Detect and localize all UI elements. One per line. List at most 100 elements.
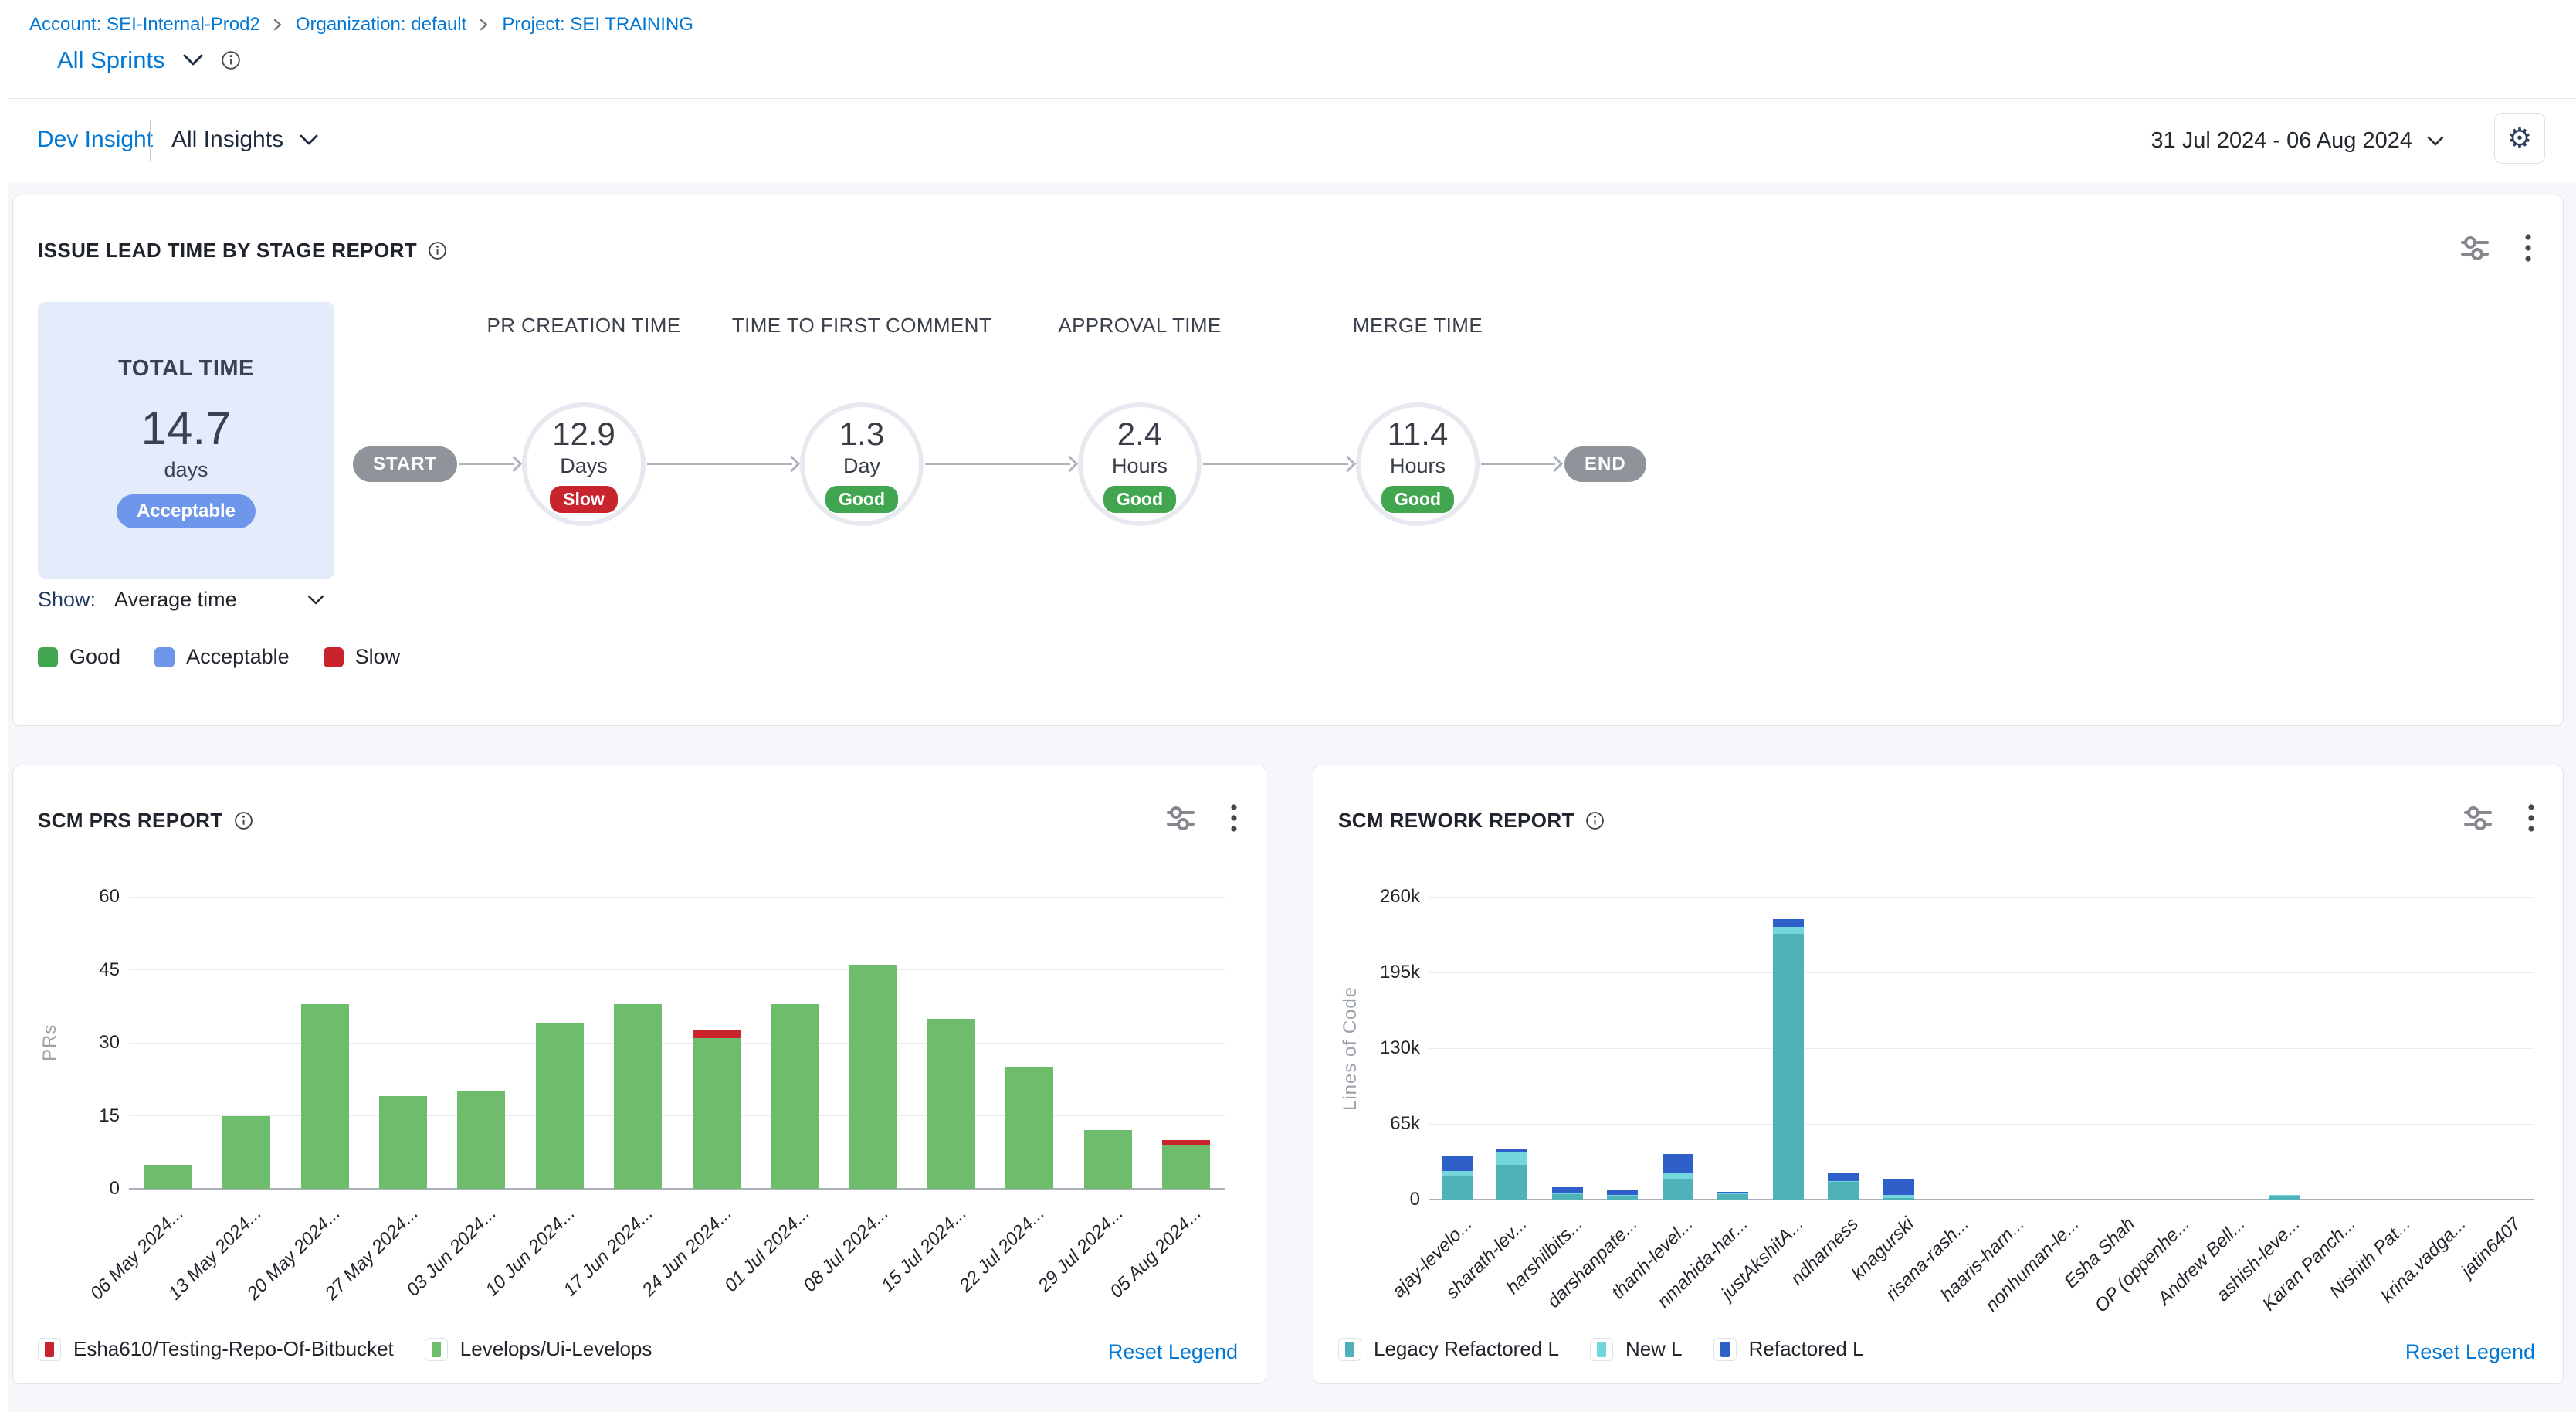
- stage-unit: Hours: [1112, 454, 1168, 478]
- bar-segment[interactable]: [301, 1004, 349, 1189]
- bar-segment[interactable]: [693, 1030, 741, 1037]
- bar-segment[interactable]: [1607, 1196, 1638, 1200]
- bar-segment[interactable]: [771, 1004, 819, 1189]
- sprint-selector[interactable]: All Sprints: [57, 46, 165, 74]
- gear-icon[interactable]: ⚙: [2494, 113, 2545, 164]
- flow-arrow-head-icon: [784, 456, 800, 472]
- bar-segment[interactable]: [1717, 1192, 1748, 1193]
- bar-segment[interactable]: [1496, 1149, 1527, 1152]
- grid-line: [1429, 1048, 2534, 1049]
- stage-unit: Day: [843, 454, 880, 478]
- legend-toggle[interactable]: New L: [1590, 1337, 1683, 1361]
- flow-arrow-line: [1203, 463, 1348, 465]
- bar-segment[interactable]: [693, 1038, 741, 1189]
- stage-node[interactable]: 1.3DayGood: [800, 402, 924, 526]
- bar-segment[interactable]: [144, 1165, 192, 1190]
- bar-segment[interactable]: [1828, 1181, 1859, 1183]
- legend-label: Good: [69, 645, 120, 669]
- bar-segment[interactable]: [1005, 1067, 1053, 1190]
- bar-segment[interactable]: [1162, 1145, 1210, 1189]
- bar-segment[interactable]: [457, 1091, 505, 1189]
- x-axis-tick-label: 29 Jul 2024...: [960, 1203, 1128, 1371]
- stage-unit: Days: [560, 454, 608, 478]
- flow-arrow-head-icon: [1062, 456, 1078, 472]
- legend-toggle[interactable]: Esha610/Testing-Repo-Of-Bitbucket: [38, 1337, 394, 1361]
- grid-line: [129, 897, 1225, 898]
- bar-segment[interactable]: [1162, 1140, 1210, 1145]
- bar-segment[interactable]: [1084, 1130, 1132, 1189]
- y-axis-tick-label: 0: [1358, 1189, 1420, 1210]
- bar-segment[interactable]: [927, 1019, 975, 1190]
- bar-segment[interactable]: [1828, 1182, 1859, 1200]
- bar-segment[interactable]: [1717, 1193, 1748, 1195]
- chevron-down-icon: [299, 134, 319, 147]
- bar-segment[interactable]: [2269, 1195, 2300, 1196]
- bar-segment[interactable]: [1663, 1179, 1693, 1200]
- breadcrumb-project-link[interactable]: Project: SEI TRAINING: [502, 14, 693, 36]
- bar-segment[interactable]: [536, 1023, 584, 1189]
- bar-segment[interactable]: [1883, 1195, 1914, 1199]
- stage-name: MERGE TIME: [1286, 311, 1549, 340]
- y-axis-tick-label: 65k: [1358, 1113, 1420, 1135]
- stage-node[interactable]: 11.4HoursGood: [1356, 402, 1480, 526]
- stage-value: 12.9: [552, 416, 615, 453]
- date-range-picker[interactable]: 31 Jul 2024 - 06 Aug 2024: [2151, 128, 2445, 154]
- bar-segment[interactable]: [379, 1096, 427, 1189]
- bar-segment[interactable]: [1552, 1187, 1583, 1193]
- bar-segment[interactable]: [1442, 1171, 1473, 1176]
- bar-segment[interactable]: [1883, 1179, 1914, 1195]
- bar-segment[interactable]: [222, 1116, 270, 1190]
- info-icon[interactable]: [221, 50, 241, 70]
- stage-value: 11.4: [1388, 416, 1449, 453]
- bar-segment[interactable]: [1773, 934, 1804, 1200]
- legend-toggle[interactable]: Levelops/Ui-Levelops: [425, 1337, 652, 1361]
- bar-segment[interactable]: [1773, 927, 1804, 934]
- bar-segment[interactable]: [1442, 1176, 1473, 1200]
- legend-label: Esha610/Testing-Repo-Of-Bitbucket: [73, 1337, 394, 1361]
- x-axis-tick-label: 01 Jul 2024...: [646, 1203, 815, 1371]
- insights-dropdown-label: All Insights: [171, 127, 283, 153]
- show-dropdown[interactable]: Show: Average time: [38, 588, 325, 612]
- bar-segment[interactable]: [1607, 1190, 1638, 1195]
- insights-dropdown[interactable]: All Insights: [171, 127, 319, 153]
- y-axis-tick-label: 45: [58, 959, 120, 981]
- chevron-right-icon: [479, 18, 490, 32]
- insight-name-link[interactable]: Dev Insight: [37, 127, 153, 153]
- reset-legend-link[interactable]: Reset Legend: [1108, 1340, 1238, 1364]
- bar-segment[interactable]: [1828, 1173, 1859, 1181]
- legend-swatch: [38, 647, 58, 667]
- legend-toggle[interactable]: Legacy Refactored L: [1338, 1337, 1559, 1361]
- bar-segment[interactable]: [1663, 1173, 1693, 1179]
- flow-arrow-line: [647, 463, 792, 465]
- stage-node[interactable]: 12.9DaysSlow: [522, 402, 646, 526]
- legend-label: Levelops/Ui-Levelops: [460, 1337, 652, 1361]
- bar-segment[interactable]: [1773, 919, 1804, 928]
- bar-segment[interactable]: [614, 1004, 662, 1189]
- y-axis-tick-label: 260k: [1358, 886, 1420, 908]
- chevron-down-icon[interactable]: [182, 53, 204, 67]
- bar-segment[interactable]: [1552, 1193, 1583, 1195]
- rework-chart-legend: Legacy Refactored L New L Refactored L: [1338, 1337, 1864, 1361]
- breadcrumb-organization-link[interactable]: Organization: default: [296, 14, 466, 36]
- bar-segment[interactable]: [1883, 1198, 1914, 1200]
- breadcrumb-account-link[interactable]: Account: SEI-Internal-Prod2: [29, 14, 260, 36]
- bar-segment[interactable]: [1496, 1165, 1527, 1200]
- bar-segment[interactable]: [1663, 1154, 1693, 1173]
- grid-line: [1429, 972, 2534, 973]
- issue-lead-time-panel: ISSUE LEAD TIME BY STAGE REPORT TOTAL TI…: [12, 195, 2564, 726]
- bar-segment[interactable]: [1717, 1194, 1748, 1200]
- legend-marker-color: [432, 1342, 441, 1357]
- bar-segment[interactable]: [2269, 1196, 2300, 1200]
- bar-segment[interactable]: [1496, 1152, 1527, 1165]
- legend-toggle[interactable]: Refactored L: [1713, 1337, 1864, 1361]
- bar-segment[interactable]: [1552, 1194, 1583, 1200]
- y-axis-tick-label: 195k: [1358, 962, 1420, 983]
- stage-node[interactable]: 2.4HoursGood: [1078, 402, 1202, 526]
- grid-line: [1429, 1199, 2534, 1200]
- bar-segment[interactable]: [1442, 1156, 1473, 1171]
- reset-legend-link[interactable]: Reset Legend: [2405, 1340, 2535, 1364]
- x-axis-tick-label: 22 Jul 2024...: [881, 1203, 1049, 1371]
- bar-segment[interactable]: [1607, 1195, 1638, 1196]
- grid-line: [129, 1115, 1225, 1116]
- bar-segment[interactable]: [849, 965, 897, 1189]
